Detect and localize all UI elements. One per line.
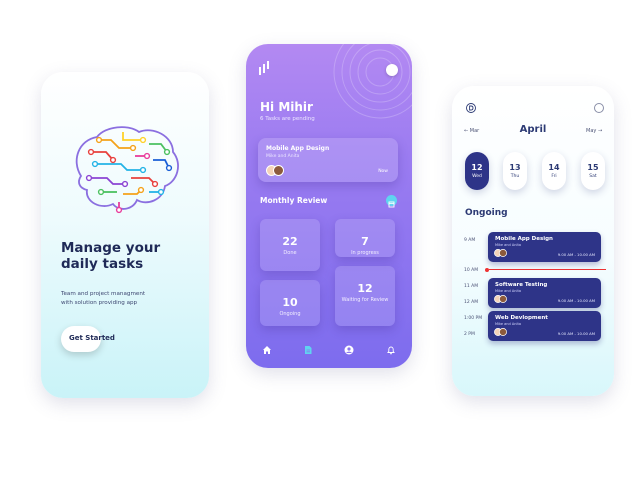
day-weekday: Sat xyxy=(589,174,597,179)
time-label: 9 AM xyxy=(464,238,476,243)
task-title: Mobile App Design xyxy=(266,145,330,152)
day-weekday: Fri xyxy=(551,174,557,179)
headline-line: Manage your xyxy=(61,240,161,256)
arrow-right-icon: → xyxy=(597,128,603,134)
stat-card-in-progress[interactable]: 7 In progress xyxy=(335,219,395,257)
stat-card-ongoing[interactable]: 10 Ongoing xyxy=(260,280,320,326)
avatar-group-icon xyxy=(494,295,507,303)
next-month-label: May xyxy=(586,128,597,134)
avatar-group-icon xyxy=(494,249,507,257)
time-label: 10 AM xyxy=(464,268,479,273)
profile-icon[interactable] xyxy=(344,340,354,355)
get-started-button[interactable]: Get Started xyxy=(61,326,115,352)
document-icon[interactable] xyxy=(303,340,313,354)
day-number: 14 xyxy=(548,163,560,172)
stat-card-waiting-review[interactable]: 12 Waiting for Review xyxy=(335,266,395,326)
bell-icon[interactable] xyxy=(386,340,396,355)
day-pill[interactable]: 13 Thu xyxy=(503,152,527,190)
schedule-screen: ← Mar April May → 12 Wed 13 Thu 14 Fri 1… xyxy=(452,86,614,396)
time-label: 2 PM xyxy=(464,332,475,337)
subtitle-line: with solution providing app xyxy=(61,300,138,306)
theme-toggle[interactable] xyxy=(386,64,398,76)
calendar-icon xyxy=(388,201,395,208)
event-time: 9.00 AM - 10.00 AM xyxy=(557,298,595,303)
stat-label: Done xyxy=(283,250,297,256)
day-number: 13 xyxy=(509,163,521,172)
event-subtitle: Mike and Anita xyxy=(495,322,521,326)
bottom-nav xyxy=(246,340,412,355)
onboarding-headline: Manage your daily tasks xyxy=(61,240,201,272)
stat-label: Waiting for Review xyxy=(341,297,389,303)
app-d-icon[interactable] xyxy=(466,103,476,113)
day-pill[interactable]: 14 Fri xyxy=(542,152,566,190)
subtitle-line: Team and project managment xyxy=(61,291,146,297)
pending-tasks-count: 6 Tasks are pending xyxy=(260,116,315,122)
app-logo-icon xyxy=(259,61,269,75)
task-time: Now xyxy=(378,169,388,174)
day-number: 15 xyxy=(587,163,599,172)
stat-label: Ongoing xyxy=(279,311,301,317)
monthly-review-title: Monthly Review xyxy=(260,196,328,205)
stat-value: 10 xyxy=(282,296,298,309)
stat-value: 12 xyxy=(357,282,373,295)
event-time: 9.00 AM - 10.00 AM xyxy=(557,252,595,257)
stat-value: 7 xyxy=(361,235,369,248)
event-subtitle: Mike and Anita xyxy=(495,289,521,293)
time-label: 12 AM xyxy=(464,300,479,305)
home-icon[interactable] xyxy=(262,340,272,354)
event-card[interactable]: Mobile App Design Mike and Anita 9.00 AM… xyxy=(488,232,601,262)
calendar-button[interactable] xyxy=(386,195,397,208)
event-subtitle: Mike and Anita xyxy=(495,243,521,247)
brain-circuit-icon xyxy=(75,126,179,214)
task-subtitle: Mike and Anita xyxy=(266,154,300,159)
onboarding-subtitle: Team and project managment with solution… xyxy=(61,290,191,308)
dashboard-screen: Hi Mihir 6 Tasks are pending Mobile App … xyxy=(246,44,412,368)
settings-circle-button[interactable] xyxy=(594,103,604,113)
day-pill[interactable]: 15 Sat xyxy=(581,152,605,190)
event-title: Web Devlopment xyxy=(495,315,548,321)
stat-card-done[interactable]: 22 Done xyxy=(260,219,320,271)
stat-value: 22 xyxy=(282,235,298,248)
onboarding-screen: Manage your daily tasks Team and project… xyxy=(41,72,209,398)
decorative-rings xyxy=(333,44,412,119)
time-label: 11 AM xyxy=(464,284,479,289)
current-time-line xyxy=(489,269,606,270)
event-time: 9.00 AM - 10.00 AM xyxy=(557,331,595,336)
event-card[interactable]: Web Devlopment Mike and Anita 9.00 AM - … xyxy=(488,311,601,341)
time-label: 1:00 PM xyxy=(464,316,483,321)
event-card[interactable]: Software Testing Mike and Anita 9.00 AM … xyxy=(488,278,601,308)
headline-line: daily tasks xyxy=(61,256,144,272)
greeting: Hi Mihir xyxy=(260,100,313,114)
stat-label: In progress xyxy=(351,250,379,256)
day-weekday: Thu xyxy=(510,174,520,179)
day-weekday: Wed xyxy=(472,174,482,179)
day-number: 12 xyxy=(471,163,483,172)
next-month-link[interactable]: May → xyxy=(586,128,602,134)
event-title: Mobile App Design xyxy=(495,236,553,242)
section-title: Ongoing xyxy=(465,208,508,218)
event-title: Software Testing xyxy=(495,282,548,288)
current-task-card[interactable]: Mobile App Design Mike and Anita Now xyxy=(258,138,398,182)
avatar-group-icon xyxy=(266,165,284,176)
avatar-group-icon xyxy=(494,328,507,336)
day-pill-selected[interactable]: 12 Wed xyxy=(465,152,489,190)
